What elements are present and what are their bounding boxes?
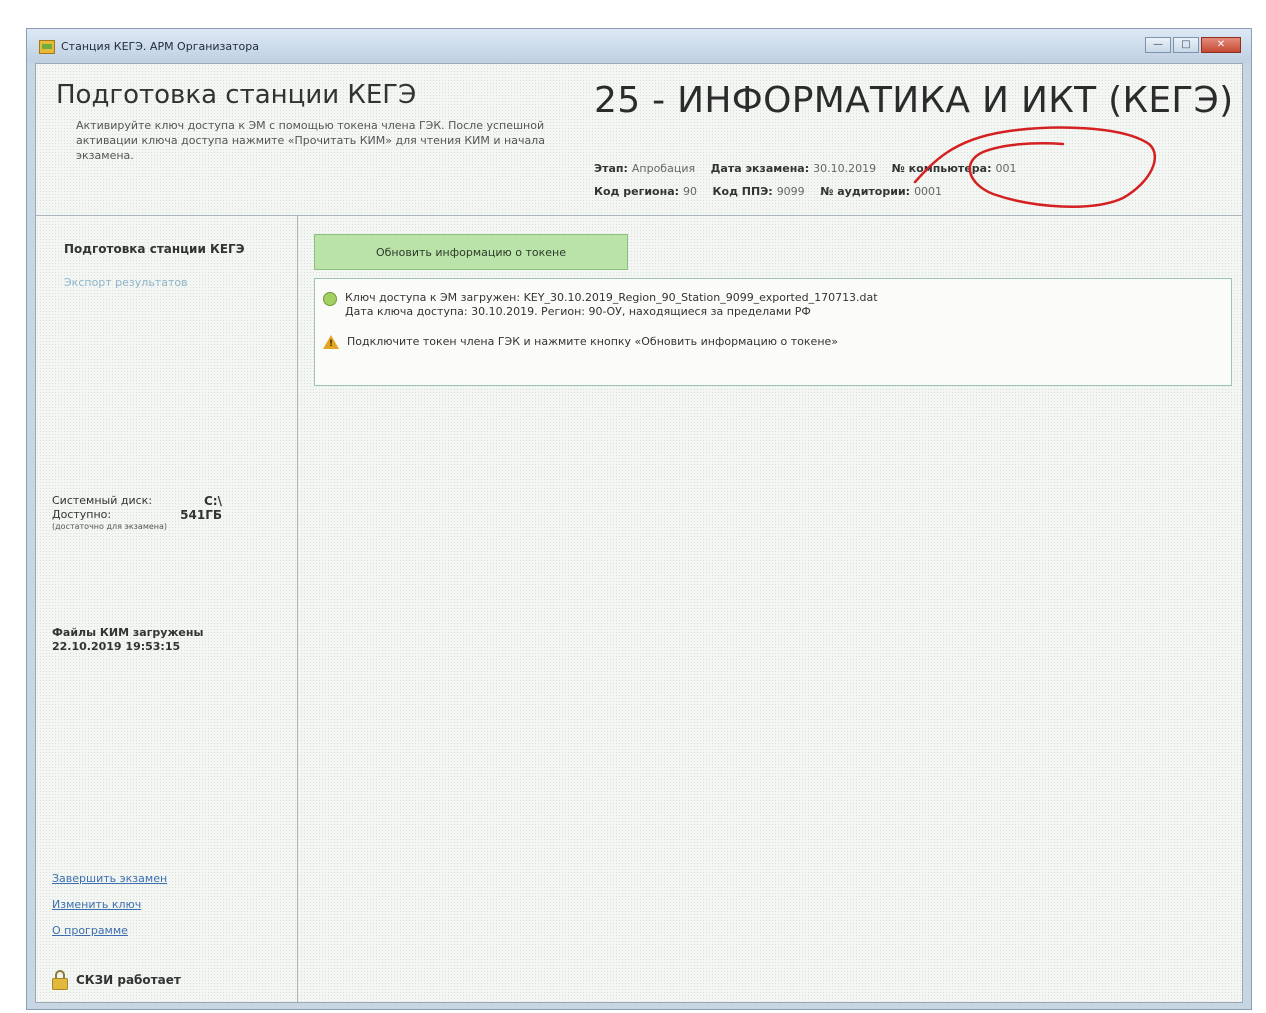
about-link[interactable]: О программе (52, 924, 167, 937)
close-button[interactable]: ✕ (1201, 37, 1241, 53)
available-value: 541ГБ (180, 508, 222, 522)
client-area: Подготовка станции КЕГЭ Активируйте ключ… (35, 63, 1243, 1003)
disk-note: (достаточно для экзамена) (52, 522, 168, 531)
date-label: Дата экзамена: (710, 162, 810, 175)
app-icon (39, 40, 55, 54)
system-disk-label: Системный диск: (52, 494, 153, 507)
finish-exam-link[interactable]: Завершить экзамен (52, 872, 167, 885)
change-key-link[interactable]: Изменить ключ (52, 898, 167, 911)
minimize-button[interactable]: — (1145, 37, 1171, 53)
kim-files-date: 22.10.2019 19:53:15 (52, 640, 181, 653)
warning-icon (323, 335, 339, 351)
ppe-value: 9099 (776, 185, 805, 198)
computer-value: 001 (995, 162, 1017, 175)
exam-title: 25 - ИНФОРМАТИКА И ИКТ (КЕГЭ) (594, 80, 1234, 121)
disk-info: Системный диск: C:\ Доступно: 541ГБ (дос… (52, 494, 222, 531)
title-bar[interactable]: Станция КЕГЭ. АРМ Организатора — □ ✕ (27, 29, 1251, 63)
maximize-button[interactable]: □ (1173, 37, 1199, 53)
region-label: Код региона: (594, 185, 680, 198)
main-panel: Обновить информацию о токене Ключ доступ… (298, 216, 1242, 1002)
sidebar: Подготовка станции КЕГЭ Экспорт результа… (36, 216, 298, 1002)
success-icon (323, 292, 337, 306)
header: Подготовка станции КЕГЭ Активируйте ключ… (36, 64, 1242, 216)
refresh-token-button[interactable]: Обновить информацию о токене (314, 234, 628, 270)
room-label: № аудитории: (820, 185, 911, 198)
computer-label: № компьютера: (891, 162, 992, 175)
key-loaded-message: Ключ доступа к ЭМ загружен: KEY_30.10.20… (323, 291, 878, 319)
skzi-status-label: СКЗИ работает (76, 973, 181, 987)
app-window: Станция КЕГЭ. АРМ Организатора — □ ✕ Под… (26, 28, 1252, 1010)
warning-text: Подключите токен члена ГЭК и нажмите кно… (347, 335, 839, 348)
available-label: Доступно: (52, 508, 112, 521)
kim-status: Файлы КИМ загружены 22.10.2019 19:53:15 (52, 626, 203, 654)
stage-label: Этап: (594, 162, 628, 175)
message-box: Ключ доступа к ЭМ загружен: KEY_30.10.20… (314, 278, 1232, 386)
stage-value: Апробация (631, 162, 696, 175)
sidebar-links: Завершить экзамен Изменить ключ О програ… (52, 872, 167, 950)
sidebar-item-export-results[interactable]: Экспорт результатов (64, 276, 188, 289)
ppe-label: Код ППЭ: (712, 185, 773, 198)
kim-files-label: Файлы КИМ загружены (52, 626, 204, 639)
region-value: 90 (683, 185, 698, 198)
skzi-status: СКЗИ работает (52, 970, 181, 990)
page-description: Активируйте ключ доступа к ЭМ с помощью … (76, 119, 545, 162)
sidebar-item-prepare-station[interactable]: Подготовка станции КЕГЭ (64, 242, 245, 256)
warning-message: Подключите токен члена ГЭК и нажмите кно… (323, 335, 839, 351)
date-value: 30.10.2019 (813, 162, 877, 175)
window-controls: — □ ✕ (1145, 37, 1241, 53)
key-loaded-text: Ключ доступа к ЭМ загружен: KEY_30.10.20… (345, 291, 878, 304)
window-title: Станция КЕГЭ. АРМ Организатора (61, 40, 260, 53)
key-date-text: Дата ключа доступа: 30.10.2019. Регион: … (345, 305, 811, 318)
page-title: Подготовка станции КЕГЭ (56, 80, 417, 110)
system-disk-value: C:\ (204, 494, 222, 508)
lock-icon (52, 970, 68, 990)
room-value: 0001 (914, 185, 943, 198)
exam-meta: Этап: Апробация Дата экзамена: 30.10.2019 … (594, 162, 1028, 208)
